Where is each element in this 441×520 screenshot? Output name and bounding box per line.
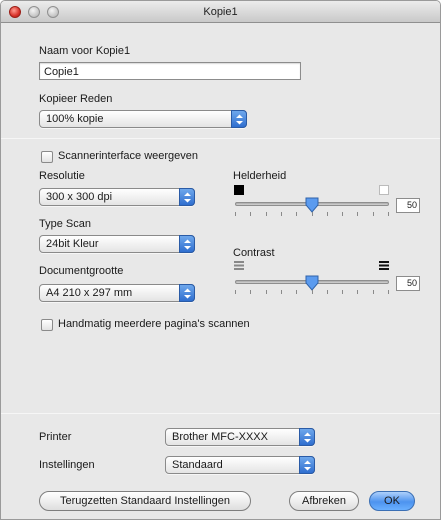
slider-tick (250, 290, 252, 294)
contrast-ticks (235, 290, 389, 294)
settings-label: Instellingen (39, 459, 95, 471)
slider-tick (326, 212, 328, 216)
slider-tick (235, 212, 236, 216)
slider-tick (280, 212, 282, 216)
doc-size-popup-value: A4 210 x 297 mm (46, 287, 133, 299)
window-title: Kopie1 (203, 6, 238, 18)
slider-tick (311, 212, 313, 216)
slider-tick (388, 290, 389, 294)
separator (1, 138, 440, 139)
dialog-window: Kopie1 Naam voor Kopie1 Copie1 Kopieer R… (0, 0, 441, 520)
printer-label: Printer (39, 431, 72, 443)
brightness-value-field[interactable]: 50 (396, 198, 420, 213)
manual-multipage-label: Handmatig meerdere pagina's scannen (58, 318, 250, 330)
popup-arrows-icon (179, 284, 195, 302)
scanner-interface-checkbox[interactable] (41, 151, 53, 163)
popup-arrows-icon (179, 235, 195, 253)
name-label: Naam voor Kopie1 (39, 45, 131, 57)
slider-tick (235, 290, 236, 294)
reason-label: Kopieer Reden (39, 93, 113, 105)
contrast-label: Contrast (233, 247, 275, 259)
manual-multipage-checkbox[interactable] (41, 319, 53, 331)
slider-tick (342, 290, 344, 294)
settings-popup[interactable]: Standaard (165, 456, 315, 474)
slider-tick (388, 212, 389, 216)
printer-popup-value: Brother MFC-XXXX (172, 431, 268, 443)
slider-tick (280, 290, 282, 294)
scan-type-label: Type Scan (39, 218, 91, 230)
scan-type-popup-value: 24bit Kleur (46, 238, 99, 250)
reset-defaults-button[interactable]: Terugzetten Standaard Instellingen (39, 491, 251, 511)
resolution-popup-value: 300 x 300 dpi (46, 191, 113, 203)
popup-arrows-icon (299, 456, 315, 474)
brightness-slider-thumb[interactable] (305, 197, 319, 213)
contrast-slider-thumb[interactable] (305, 275, 319, 291)
slider-tick (357, 290, 359, 294)
brightness-ticks (235, 212, 389, 216)
slider-tick (296, 212, 298, 216)
dark-swatch-icon (234, 185, 244, 195)
low-contrast-icon (234, 261, 244, 270)
cancel-button[interactable]: Afbreken (289, 491, 359, 511)
title-bar[interactable]: Kopie1 (1, 1, 440, 23)
slider-tick (250, 212, 252, 216)
slider-tick (326, 290, 328, 294)
contrast-value-field[interactable]: 50 (396, 276, 420, 291)
slider-tick (357, 212, 359, 216)
slider-tick (265, 290, 267, 294)
resolution-label: Resolutie (39, 170, 85, 182)
scanner-interface-label: Scannerinterface weergeven (58, 150, 199, 162)
high-contrast-icon (379, 261, 389, 270)
slider-tick (311, 290, 313, 294)
popup-arrows-icon (231, 110, 247, 128)
doc-size-popup[interactable]: A4 210 x 297 mm (39, 284, 195, 302)
separator (1, 413, 440, 414)
settings-popup-value: Standaard (172, 459, 223, 471)
brightness-label: Helderheid (233, 170, 287, 182)
reason-popup[interactable]: 100% kopie (39, 110, 247, 128)
resolution-popup[interactable]: 300 x 300 dpi (39, 188, 195, 206)
scan-type-popup[interactable]: 24bit Kleur (39, 235, 195, 253)
popup-arrows-icon (299, 428, 315, 446)
light-swatch-icon (379, 185, 389, 195)
reason-popup-value: 100% kopie (46, 113, 104, 125)
slider-tick (342, 212, 344, 216)
printer-popup[interactable]: Brother MFC-XXXX (165, 428, 315, 446)
name-field[interactable]: Copie1 (39, 62, 301, 80)
doc-size-label: Documentgrootte (39, 265, 124, 277)
ok-button[interactable]: OK (369, 491, 415, 511)
popup-arrows-icon (179, 188, 195, 206)
slider-tick (372, 290, 374, 294)
slider-tick (372, 212, 374, 216)
slider-tick (265, 212, 267, 216)
slider-tick (296, 290, 298, 294)
